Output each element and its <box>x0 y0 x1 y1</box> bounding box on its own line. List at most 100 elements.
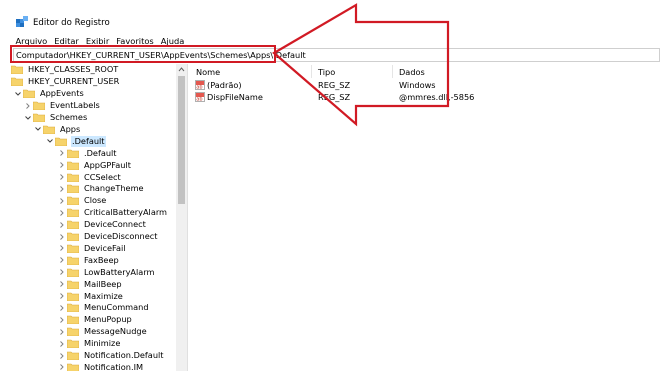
chevron-right-icon[interactable] <box>57 255 67 265</box>
tree-node[interactable]: .Default <box>57 147 118 159</box>
chevron-down-icon[interactable] <box>23 113 33 123</box>
svg-text:ab: ab <box>196 97 202 102</box>
tree-node[interactable]: Minimize <box>57 338 121 350</box>
registry-editor-icon <box>16 16 28 27</box>
value-data: Windows <box>399 80 436 90</box>
tree-node-label: HKEY_CLASSES_ROOT <box>28 64 119 75</box>
tree-node-label: Schemes <box>50 112 88 123</box>
menu-bar: Arquivo Editar Exibir Favoritos Ajuda <box>12 35 188 47</box>
tree-node-label: Maximize <box>84 290 123 301</box>
tree-node[interactable]: EventLabels <box>23 100 101 112</box>
value-row[interactable]: ab DispFileName REG_SZ @mmres.dll,-5856 <box>190 91 660 103</box>
tree-node-label: FaxBeep <box>84 254 119 265</box>
chevron-right-icon[interactable] <box>23 101 33 111</box>
tree-node[interactable]: HKEY_CLASSES_ROOT <box>11 64 119 76</box>
folder-icon <box>67 339 79 349</box>
value-row[interactable]: ab (Padrão) REG_SZ Windows <box>190 79 660 91</box>
window-title: Editor do Registro <box>33 18 110 28</box>
tree-node-label: AppGPFault <box>84 159 131 170</box>
chevron-right-icon[interactable] <box>57 362 67 371</box>
tree-node-label: ChangeTheme <box>84 183 144 194</box>
tree-node[interactable]: AppEvents <box>13 88 85 100</box>
chevron-right-icon[interactable] <box>57 220 67 230</box>
tree-node[interactable]: MenuCommand <box>57 302 150 314</box>
value-type: REG_SZ <box>318 92 351 102</box>
folder-icon <box>67 208 79 218</box>
chevron-right-icon[interactable] <box>57 208 67 218</box>
chevron-right-icon[interactable] <box>57 279 67 289</box>
column-divider[interactable] <box>392 65 393 78</box>
key-tree[interactable]: HKEY_CLASSES_ROOT HKEY_CURRENT_USER AppEve… <box>11 64 188 371</box>
tree-node[interactable]: Maximize <box>57 290 124 302</box>
folder-icon <box>67 184 79 194</box>
tree-node[interactable]: CCSelect <box>57 171 122 183</box>
chevron-right-icon[interactable] <box>57 339 67 349</box>
chevron-right-icon[interactable] <box>57 351 67 361</box>
scroll-up-arrow-icon[interactable] <box>176 64 187 75</box>
tree-node-label: LowBatteryAlarm <box>84 266 155 277</box>
tree-node[interactable]: MessageNudge <box>57 326 148 338</box>
tree-node[interactable]: HKEY_CURRENT_USER <box>11 76 120 88</box>
tree-node-label: CriticalBatteryAlarm <box>84 207 168 218</box>
address-bar[interactable]: Computador\HKEY_CURRENT_USER\AppEvents\S… <box>13 48 660 62</box>
tree-node-label: Apps <box>60 123 81 134</box>
chevron-right-icon[interactable] <box>57 243 67 253</box>
tree-node[interactable]: DeviceFail <box>57 243 127 255</box>
menu-item-ajuda[interactable]: Ajuda <box>157 35 188 47</box>
tree-node[interactable]: Apps <box>33 124 81 136</box>
tree-node-label: DeviceDisconnect <box>84 231 158 242</box>
tree-scrollbar[interactable] <box>176 64 187 371</box>
column-divider[interactable] <box>311 65 312 78</box>
chevron-right-icon[interactable] <box>57 232 67 242</box>
chevron-right-icon[interactable] <box>57 148 67 158</box>
menu-item-editar[interactable]: Editar <box>51 35 83 47</box>
folder-icon <box>33 113 45 123</box>
chevron-right-icon[interactable] <box>57 184 67 194</box>
column-header-type[interactable]: Tipo <box>318 67 335 77</box>
tree-node[interactable]: LowBatteryAlarm <box>57 266 156 278</box>
chevron-right-icon[interactable] <box>57 172 67 182</box>
tree-node-label: .Default <box>71 135 106 147</box>
value-name: (Padrão) <box>207 80 242 90</box>
tree-node[interactable]: Notification.IM <box>57 362 144 371</box>
tree-node[interactable]: FaxBeep <box>57 254 120 266</box>
tree-node[interactable]: DeviceDisconnect <box>57 231 158 243</box>
tree-node-label: MessageNudge <box>84 326 147 337</box>
folder-icon <box>23 89 35 99</box>
folder-icon <box>67 196 79 206</box>
chevron-right-icon[interactable] <box>57 160 67 170</box>
tree-node-label: Close <box>84 195 107 206</box>
column-header-data[interactable]: Dados <box>399 67 425 77</box>
folder-icon <box>67 280 79 289</box>
tree-node[interactable]: MailBeep <box>57 278 123 290</box>
tree-node[interactable]: AppGPFault <box>57 159 132 171</box>
chevron-down-icon[interactable] <box>45 136 55 146</box>
chevron-right-icon[interactable] <box>57 303 67 313</box>
chevron-right-icon[interactable] <box>57 267 67 277</box>
tree-node[interactable]: Notification.Default <box>57 350 165 362</box>
menu-item-exibir[interactable]: Exibir <box>82 35 112 47</box>
menu-item-favoritos[interactable]: Favoritos <box>113 35 157 47</box>
column-header-name[interactable]: Nome <box>196 67 220 77</box>
chevron-right-icon[interactable] <box>57 315 67 325</box>
tree-node[interactable]: ChangeTheme <box>57 183 145 195</box>
folder-icon <box>67 149 79 158</box>
string-value-icon: ab <box>195 92 205 103</box>
chevron-down-icon[interactable] <box>33 124 43 134</box>
chevron-right-icon[interactable] <box>57 291 67 301</box>
tree-node[interactable]: DeviceConnect <box>57 219 147 231</box>
folder-icon <box>67 315 79 325</box>
chevron-right-icon[interactable] <box>57 196 67 206</box>
tree-node[interactable]: Close <box>57 195 107 207</box>
chevron-right-icon[interactable] <box>57 327 67 337</box>
tree-node-label: DeviceFail <box>84 242 126 253</box>
folder-icon <box>67 351 79 361</box>
tree-node[interactable]: Schemes <box>23 112 88 124</box>
tree-node-label: DeviceConnect <box>84 219 146 230</box>
tree-node[interactable]: .Default <box>45 135 106 147</box>
scroll-thumb[interactable] <box>178 76 185 204</box>
menu-item-arquivo[interactable]: Arquivo <box>12 35 51 47</box>
chevron-down-icon[interactable] <box>13 89 23 99</box>
tree-node[interactable]: MenuPopup <box>57 314 133 326</box>
tree-node[interactable]: CriticalBatteryAlarm <box>57 207 168 219</box>
